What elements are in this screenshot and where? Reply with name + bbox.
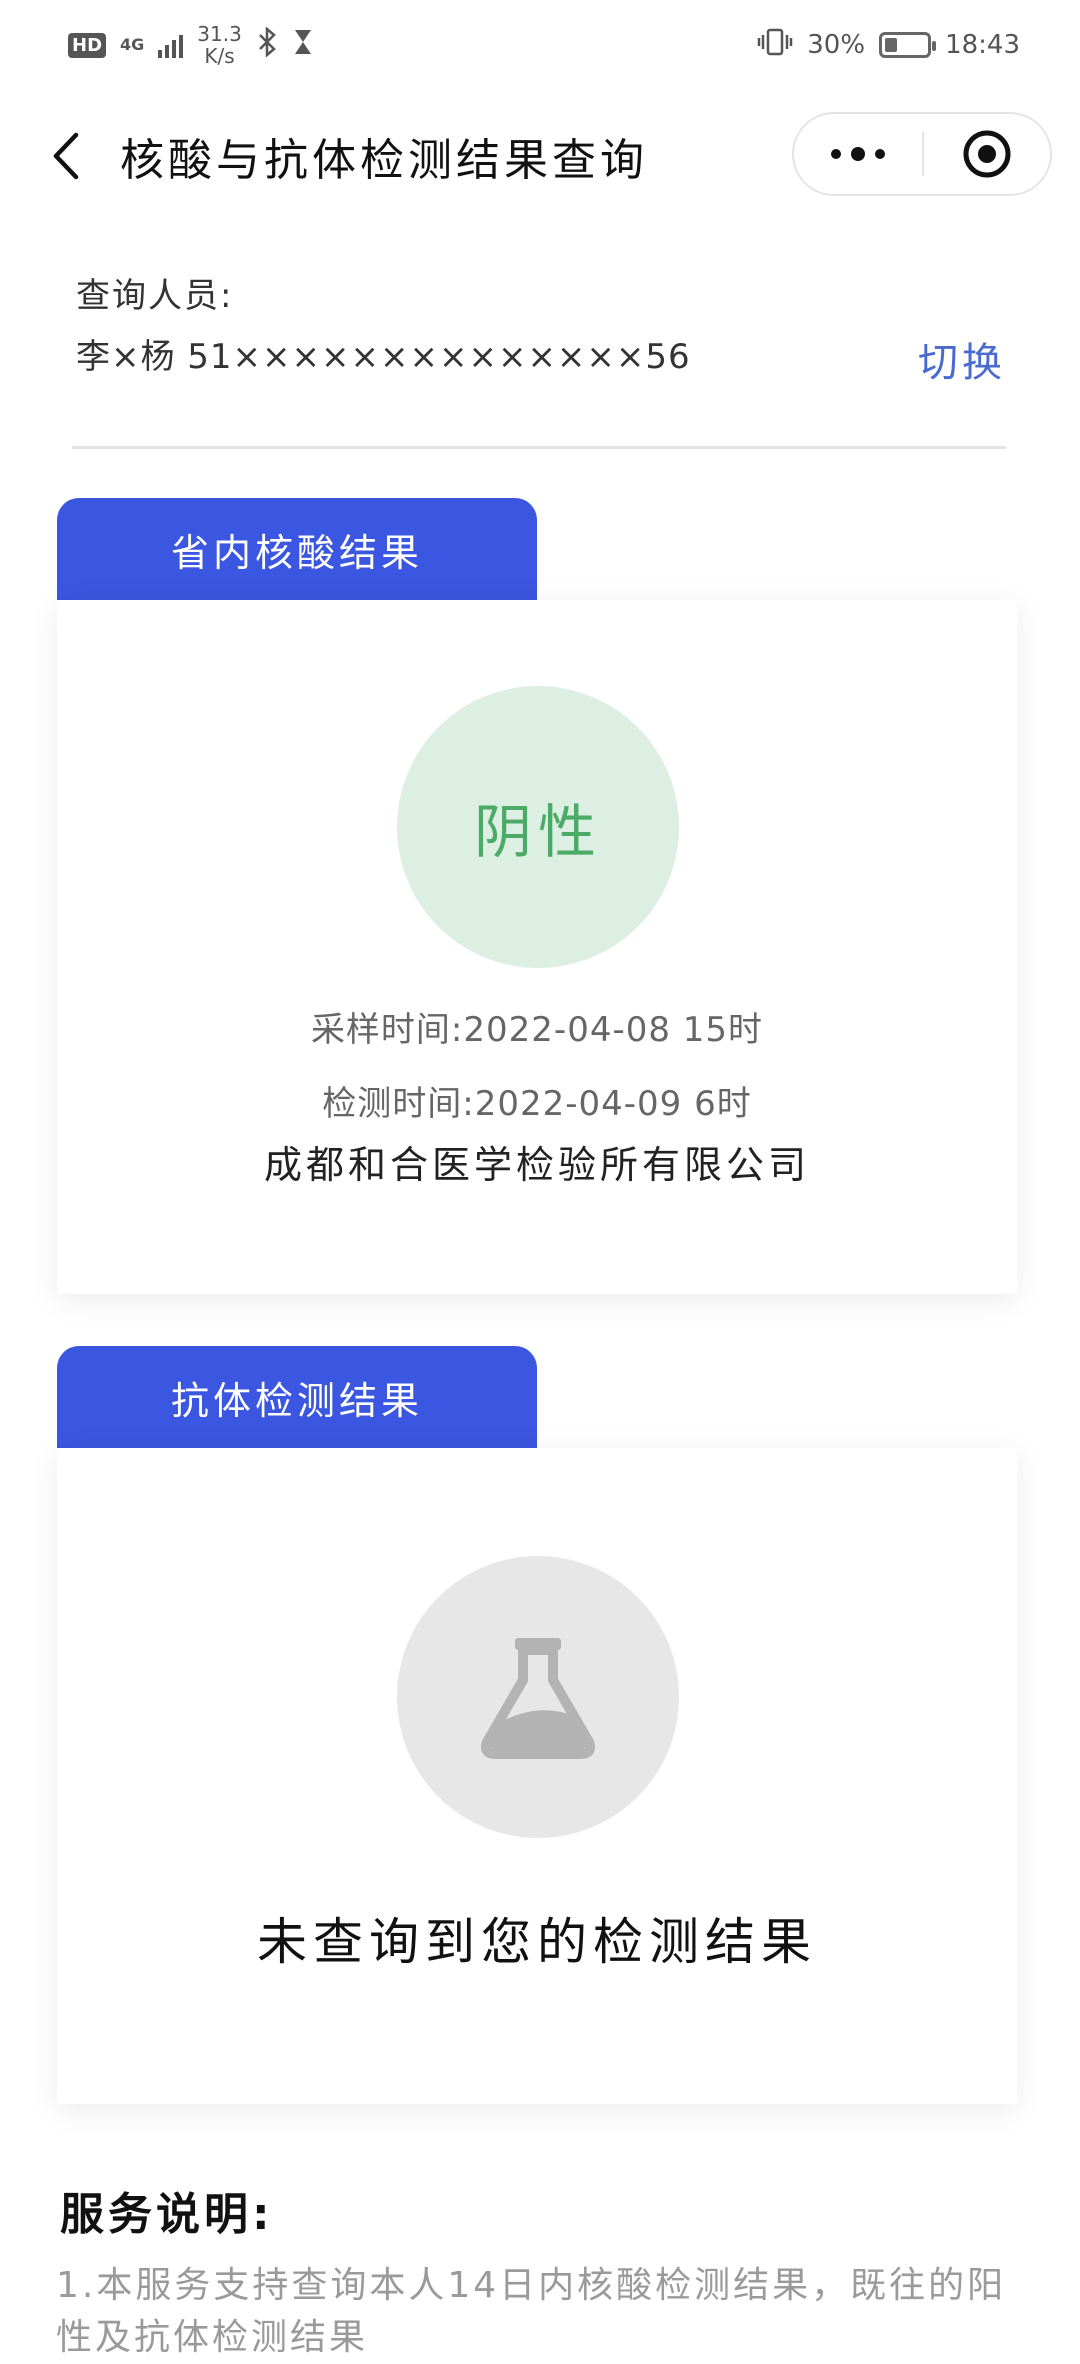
more-button[interactable]	[794, 114, 922, 194]
nucleic-result-card: 阴性 采样时间:2022-04-08 15时 检测时间:2022-04-09 6…	[57, 600, 1017, 1294]
empty-result-message: 未查询到您的检测结果	[257, 1913, 817, 1971]
status-left: HD 4G 31.3 K/s	[68, 23, 314, 67]
switch-link[interactable]: 切换	[918, 330, 1006, 388]
page-title: 核酸与抗体检测结果查询	[120, 135, 648, 186]
antibody-result-card: 未查询到您的检测结果	[57, 1448, 1017, 2104]
hourglass-icon	[292, 28, 314, 63]
target-close-icon	[963, 130, 1011, 178]
hd-icon: HD	[68, 32, 107, 58]
more-dot-icon	[875, 149, 885, 159]
mini-program-capsule	[792, 112, 1052, 196]
battery-fill	[885, 38, 898, 52]
more-dot-icon	[851, 147, 865, 161]
divider	[72, 446, 1006, 449]
network-type: 4G	[120, 35, 145, 54]
nav-bar: 核酸与抗体检测结果查询	[0, 100, 1080, 210]
negative-result-badge: 阴性	[397, 686, 679, 968]
service-text: 1.本服务支持查询本人14日内核酸检测结果，既往的阳性及抗体检测结果	[56, 2265, 1007, 2358]
more-dot-icon	[831, 149, 841, 159]
clock: 18:43	[945, 30, 1020, 60]
nucleic-tab-label: 省内核酸结果	[57, 498, 537, 600]
user-value: 李×杨 51××××××××××××××56	[76, 337, 691, 377]
flask-icon	[481, 1638, 595, 1759]
empty-result-badge	[397, 1556, 679, 1838]
battery-icon	[879, 32, 937, 58]
chevron-left-icon	[53, 132, 79, 180]
signal-icon	[158, 32, 184, 58]
vibrate-icon	[757, 27, 793, 64]
antibody-tab-label: 抗体检测结果	[57, 1346, 537, 1448]
status-right: 30% 18:43	[757, 27, 1020, 64]
status-bar: HD 4G 31.3 K/s 30% 18:43	[0, 0, 1080, 90]
test-time: 检测时间:2022-04-09 6时	[322, 1084, 752, 1124]
close-button[interactable]	[924, 114, 1050, 194]
network-speed: 31.3 K/s	[197, 22, 242, 68]
bluetooth-icon	[256, 25, 278, 64]
user-label: 查询人员:	[76, 276, 234, 316]
back-button[interactable]	[40, 128, 90, 184]
user-section: 查询人员: 李×杨 51××××××××××××××56 切换	[76, 268, 1006, 386]
sampling-time: 采样时间:2022-04-08 15时	[310, 1010, 764, 1050]
test-organization: 成都和合医学检验所有限公司	[263, 1143, 810, 1187]
battery-percent: 30%	[807, 30, 866, 60]
service-title: 服务说明:	[60, 2189, 274, 2240]
